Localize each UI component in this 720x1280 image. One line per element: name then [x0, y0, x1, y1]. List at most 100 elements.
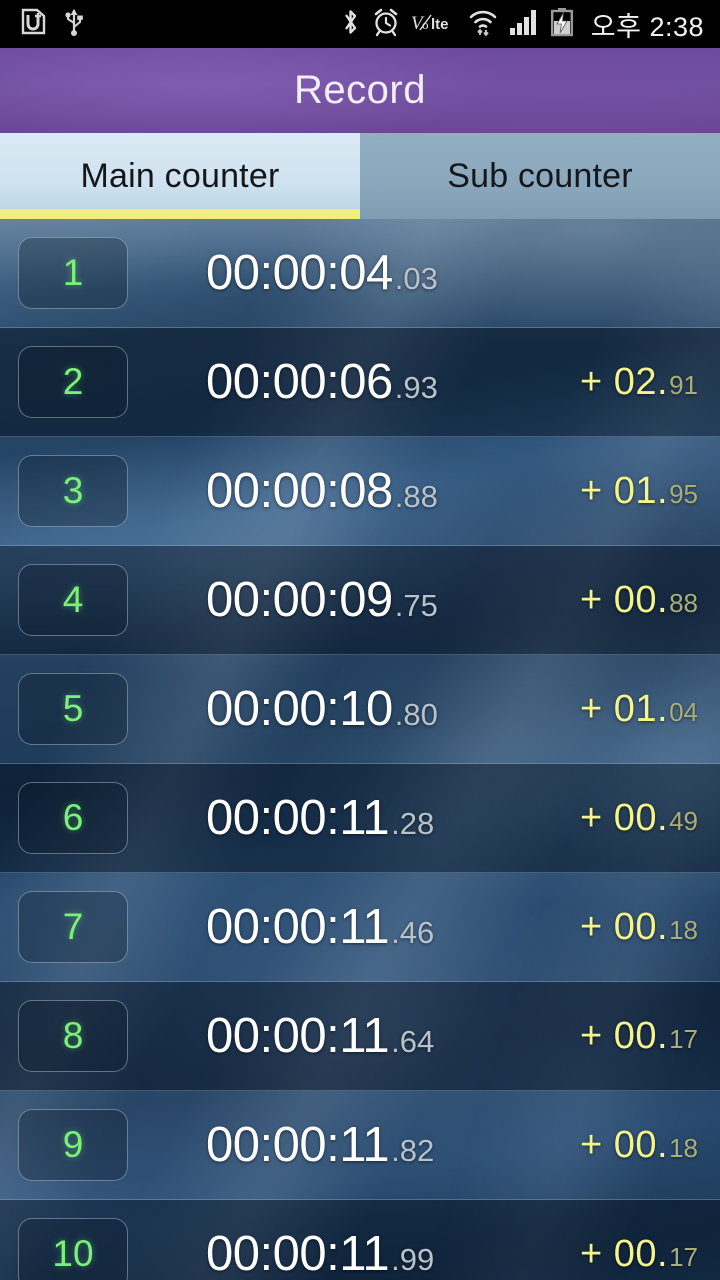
bluetooth-icon	[340, 7, 361, 42]
lap-time: 00:00:10.80	[206, 681, 438, 737]
alarm-clock-icon	[372, 7, 400, 42]
lap-time-fraction: .99	[391, 1242, 435, 1277]
lap-index-badge: 7	[18, 891, 128, 963]
lap-delta: + 00. 49	[580, 797, 698, 840]
lap-index-badge: 9	[18, 1109, 128, 1181]
lap-index-label: 1	[62, 252, 84, 293]
uplus-app-icon	[20, 8, 46, 41]
lap-index-label: 9	[62, 1124, 84, 1165]
lap-time: 00:00:04.03	[206, 245, 438, 301]
lap-time-main: 00:00:10	[206, 682, 393, 736]
cellular-signal-icon	[509, 8, 539, 41]
lap-delta-fraction: 91	[669, 369, 698, 400]
table-row[interactable]: 8 00:00:11.64 + 00. 17	[0, 982, 720, 1091]
lap-index-label: 7	[62, 906, 84, 947]
lap-delta-fraction: 17	[669, 1241, 698, 1272]
lap-delta-main: + 00.	[580, 1232, 669, 1275]
lap-time-main: 00:00:06	[206, 355, 393, 409]
app-screen: V o lte 오후 2:38 Record Main counter Sub …	[0, 0, 720, 1280]
wifi-icon	[468, 7, 498, 42]
lap-time-fraction: .03	[394, 261, 438, 296]
lap-delta: + 00. 18	[580, 1124, 698, 1167]
table-row[interactable]: 7 00:00:11.46 + 00. 18	[0, 873, 720, 982]
lap-time-fraction: .28	[391, 806, 435, 841]
lap-time-fraction: .64	[391, 1024, 435, 1059]
table-row[interactable]: 4 00:00:09.75 + 00. 88	[0, 546, 720, 655]
lap-delta-main: + 00.	[580, 796, 669, 839]
lap-delta-main: + 01.	[580, 687, 669, 730]
lap-time-fraction: .80	[394, 697, 438, 732]
status-bar-clock: 오후 2:38	[590, 11, 704, 42]
lap-delta: + 01. 04	[580, 688, 698, 731]
lap-time-fraction: .75	[394, 588, 438, 623]
svg-text:lte: lte	[431, 16, 449, 33]
title-bar: Record	[0, 48, 720, 133]
lap-index-badge: 4	[18, 564, 128, 636]
lap-index-badge: 10	[18, 1218, 128, 1280]
page-title: Record	[294, 68, 426, 112]
lap-index-label: 8	[62, 1015, 84, 1056]
status-bar: V o lte 오후 2:38	[0, 0, 720, 48]
lap-time-fraction: .46	[391, 915, 435, 950]
table-row[interactable]: 2 00:00:06.93 + 02. 91	[0, 328, 720, 437]
lap-delta-fraction: 88	[669, 587, 698, 618]
lap-delta-main: + 01.	[580, 469, 669, 512]
lap-index-badge: 5	[18, 673, 128, 745]
table-row[interactable]: 9 00:00:11.82 + 00. 18	[0, 1091, 720, 1200]
lap-index-badge: 2	[18, 346, 128, 418]
tab-sub-counter-label: Sub counter	[447, 156, 633, 195]
lap-time: 00:00:11.64	[206, 1008, 434, 1064]
lap-time: 00:00:08.88	[206, 463, 438, 519]
lap-time: 00:00:09.75	[206, 572, 438, 628]
lap-time-fraction: .93	[394, 370, 438, 405]
record-list[interactable]: 1 00:00:04.03 2 00:00:06.93 + 02. 91 3 00:00:08…	[0, 219, 720, 1280]
lap-delta: + 01. 95	[580, 470, 698, 513]
tab-main-counter[interactable]: Main counter	[0, 133, 360, 219]
lap-time: 00:00:06.93	[206, 354, 438, 410]
lap-index-badge: 1	[18, 237, 128, 309]
tab-sub-counter[interactable]: Sub counter	[360, 133, 720, 219]
lap-delta: + 00. 17	[580, 1015, 698, 1058]
lap-delta: + 00. 88	[580, 579, 698, 622]
tab-bar: Main counter Sub counter	[0, 133, 720, 219]
lap-time-main: 00:00:04	[206, 246, 393, 300]
table-row[interactable]: 6 00:00:11.28 + 00. 49	[0, 764, 720, 873]
lap-delta-fraction: 17	[669, 1023, 698, 1054]
table-row[interactable]: 3 00:00:08.88 + 01. 95	[0, 437, 720, 546]
lap-time-main: 00:00:11	[206, 1227, 390, 1280]
lap-time: 00:00:11.46	[206, 899, 434, 955]
lap-time-main: 00:00:09	[206, 573, 393, 627]
lap-time-fraction: .82	[391, 1133, 435, 1168]
lap-index-badge: 3	[18, 455, 128, 527]
status-bar-left-icons	[20, 7, 84, 42]
lap-delta-fraction: 95	[669, 478, 698, 509]
battery-charging-icon	[550, 7, 574, 42]
lap-time-main: 00:00:11	[206, 1118, 390, 1172]
lap-delta-main: + 00.	[580, 578, 669, 621]
lap-time-main: 00:00:08	[206, 464, 393, 518]
table-row[interactable]: 10 00:00:11.99 + 00. 17	[0, 1200, 720, 1280]
usb-icon	[64, 7, 84, 42]
lap-delta-main: + 00.	[580, 1014, 669, 1057]
lap-delta-main: + 00.	[580, 1123, 669, 1166]
table-row[interactable]: 5 00:00:10.80 + 01. 04	[0, 655, 720, 764]
lap-index-label: 10	[52, 1233, 94, 1274]
tab-main-counter-label: Main counter	[80, 156, 280, 195]
table-row[interactable]: 1 00:00:04.03	[0, 219, 720, 328]
lap-index-label: 6	[62, 797, 84, 838]
lap-time-main: 00:00:11	[206, 900, 390, 954]
lap-index-label: 4	[62, 579, 84, 620]
lap-delta: + 00. 18	[580, 906, 698, 949]
lap-delta-fraction: 18	[669, 914, 698, 945]
lap-time-main: 00:00:11	[206, 791, 390, 845]
lap-delta-fraction: 18	[669, 1132, 698, 1163]
lap-index-badge: 6	[18, 782, 128, 854]
lap-time: 00:00:11.28	[206, 790, 434, 846]
lap-time: 00:00:11.99	[206, 1226, 434, 1280]
lap-delta-main: + 02.	[580, 360, 669, 403]
tab-active-underline	[0, 209, 360, 219]
lap-index-label: 2	[62, 361, 84, 402]
lap-time-main: 00:00:11	[206, 1009, 390, 1063]
lap-delta: + 02. 91	[580, 361, 698, 404]
lap-time: 00:00:11.82	[206, 1117, 434, 1173]
